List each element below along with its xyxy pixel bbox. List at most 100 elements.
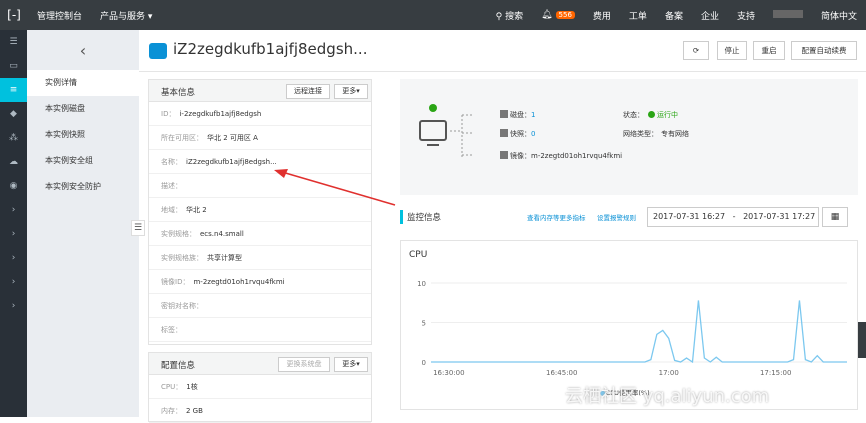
console-link[interactable]: 管理控制台	[28, 9, 91, 22]
running-dot-icon	[648, 111, 655, 118]
subnav-item-disks[interactable]: 本实例磁盘	[27, 96, 139, 122]
stop-button[interactable]: 停止	[717, 41, 747, 60]
network-icon[interactable]: ⁂	[0, 126, 27, 150]
x-tick-label: 17:15:00	[760, 369, 791, 377]
snapshot-count: 快照：0	[510, 129, 535, 139]
search-label: 搜索	[505, 11, 524, 22]
expand-icon[interactable]: ›	[0, 198, 27, 222]
expand-icon[interactable]: ›	[0, 222, 27, 246]
x-tick-label: 16:45:00	[546, 369, 577, 377]
row-value: 共享计算型	[207, 254, 242, 262]
expand-icon[interactable]: ›	[0, 270, 27, 294]
more-button[interactable]: 更多▾	[334, 84, 368, 99]
instance-cloud-icon	[149, 43, 167, 59]
refresh-icon: ⟳	[692, 46, 700, 55]
more-metrics-link[interactable]: 查看内存等更多指标	[527, 212, 586, 222]
info-row: 密钥对名称：	[149, 294, 371, 318]
calendar-button[interactable]: ▦	[822, 207, 848, 227]
row-value: 华北 2 可用区 A	[207, 134, 258, 142]
aliyun-logo-icon[interactable]: [-]	[0, 0, 28, 30]
row-label: 实例规格族：	[161, 254, 203, 262]
tiles-icon[interactable]: ▭	[0, 54, 27, 78]
side-float-tab[interactable]	[858, 322, 866, 358]
more-button[interactable]: 更多▾	[334, 357, 368, 372]
instance-title: iZ2zegdkufb1ajfj8edgsh...	[173, 40, 368, 58]
info-row: 实例规格族： 共享计算型	[149, 246, 371, 270]
y-tick-label: 0	[422, 359, 426, 367]
enterprise-link[interactable]: 企业	[692, 9, 728, 22]
expand-icon[interactable]: ›	[0, 294, 27, 318]
cpu-series-line	[431, 300, 847, 364]
instance-header: iZ2zegdkufb1ajfj8edgsh... ⟳ 停止 重启 配置自动续费	[139, 30, 866, 72]
disk-label: 磁盘：	[510, 111, 531, 119]
info-row: CPU： 1核	[149, 375, 371, 399]
info-row: 标签：	[149, 318, 371, 342]
language-menu[interactable]: 简体中文	[812, 9, 866, 22]
row-label: 描述：	[161, 182, 182, 190]
info-row: 内存： 2 GB	[149, 399, 371, 423]
subnav-item-snapshots[interactable]: 本实例快照	[27, 122, 139, 148]
snapshot-value[interactable]: 0	[531, 130, 535, 138]
cloud-icon[interactable]: ☁	[0, 150, 27, 174]
range-to: 2017-07-31 17:27	[743, 212, 816, 221]
gem-icon[interactable]: ◆	[0, 102, 27, 126]
info-row: 所在可用区： 华北 2 可用区 A	[149, 126, 371, 150]
notifications-button[interactable]: 🔔︎ 556	[532, 10, 584, 20]
expand-icon[interactable]: ›	[0, 246, 27, 270]
subnav-item-security-protection[interactable]: 本实例安全防护	[27, 174, 139, 200]
list-icon[interactable]: ≡	[0, 78, 27, 102]
chart-title: CPU	[409, 250, 427, 260]
annotation-arrow	[274, 169, 396, 206]
account-menu[interactable]	[764, 9, 812, 21]
back-arrow-icon[interactable]: ‹	[27, 30, 139, 70]
image-label: 镜像：	[510, 152, 531, 160]
status-label: 状态：	[623, 111, 644, 119]
bell-icon: 🔔︎	[541, 10, 553, 20]
row-label: 镜像ID：	[161, 278, 190, 286]
products-menu[interactable]: 产品与服务 ▾	[91, 9, 161, 22]
config-info-panel: 配置信息 更换系统盘 更多▾ CPU： 1核 内存： 2 GB	[148, 352, 372, 423]
row-label: 名称：	[161, 158, 182, 166]
row-value: 华北 2	[186, 206, 207, 214]
row-label: 实例规格：	[161, 230, 196, 238]
range-separator: -	[732, 212, 736, 221]
subnav-item-details[interactable]: 实例详情	[27, 70, 139, 96]
beian-link[interactable]: 备案	[656, 9, 692, 22]
panel-title: 基本信息	[161, 88, 196, 98]
section-accent	[400, 210, 403, 224]
monitor-title: 监控信息	[407, 213, 442, 223]
watermark: 云栖社区 yq.aliyun.com	[565, 386, 770, 407]
disk-value[interactable]: 1	[531, 111, 535, 119]
auto-renew-button[interactable]: 配置自动续费	[791, 41, 857, 60]
notification-badge: 556	[555, 11, 575, 19]
menu-toggle-icon[interactable]: ☰	[0, 30, 27, 54]
support-link[interactable]: 支持	[728, 9, 764, 22]
network-info: 网络类型： 专有网络	[623, 129, 689, 139]
change-system-disk-button[interactable]: 更换系统盘	[278, 357, 330, 372]
info-row: 镜像ID： m-2zegtd01oh1rvqu4fkmi	[149, 270, 371, 294]
x-tick-label: 16:30:00	[433, 369, 464, 377]
range-from: 2017-07-31 16:27	[653, 212, 726, 221]
subnav-item-security-groups[interactable]: 本实例安全组	[27, 148, 139, 174]
refresh-button[interactable]: ⟳	[683, 41, 709, 60]
panel-header: 配置信息 更换系统盘 更多▾	[149, 353, 371, 375]
row-value: ecs.n4.small	[200, 230, 244, 238]
row-label: ID：	[161, 110, 176, 118]
search-button[interactable]: ⚲ 搜索	[487, 9, 532, 22]
row-label: 所在可用区：	[161, 134, 203, 142]
date-range-input[interactable]: 2017-07-31 16:27 - 2017-07-31 17:27	[647, 207, 819, 227]
database-icon[interactable]: ◉	[0, 174, 27, 198]
account-name-redacted	[772, 9, 803, 18]
panel-title: 配置信息	[161, 361, 196, 371]
collapse-handle-icon[interactable]: ☰	[131, 220, 145, 236]
ticket-link[interactable]: 工单	[620, 9, 656, 22]
restart-button[interactable]: 重启	[753, 41, 785, 60]
network-value: 专有网络	[661, 130, 689, 138]
fee-link[interactable]: 费用	[584, 9, 620, 22]
disk-count: 磁盘：1	[510, 110, 535, 120]
alarm-rule-link[interactable]: 设置报警规则	[597, 212, 636, 222]
remote-connect-button[interactable]: 远程连接	[286, 84, 330, 99]
x-tick-label: 17:00	[659, 369, 679, 377]
row-value: i-2zegdkufb1ajfj8edgsh	[179, 110, 262, 118]
row-label: 内存：	[161, 407, 182, 415]
